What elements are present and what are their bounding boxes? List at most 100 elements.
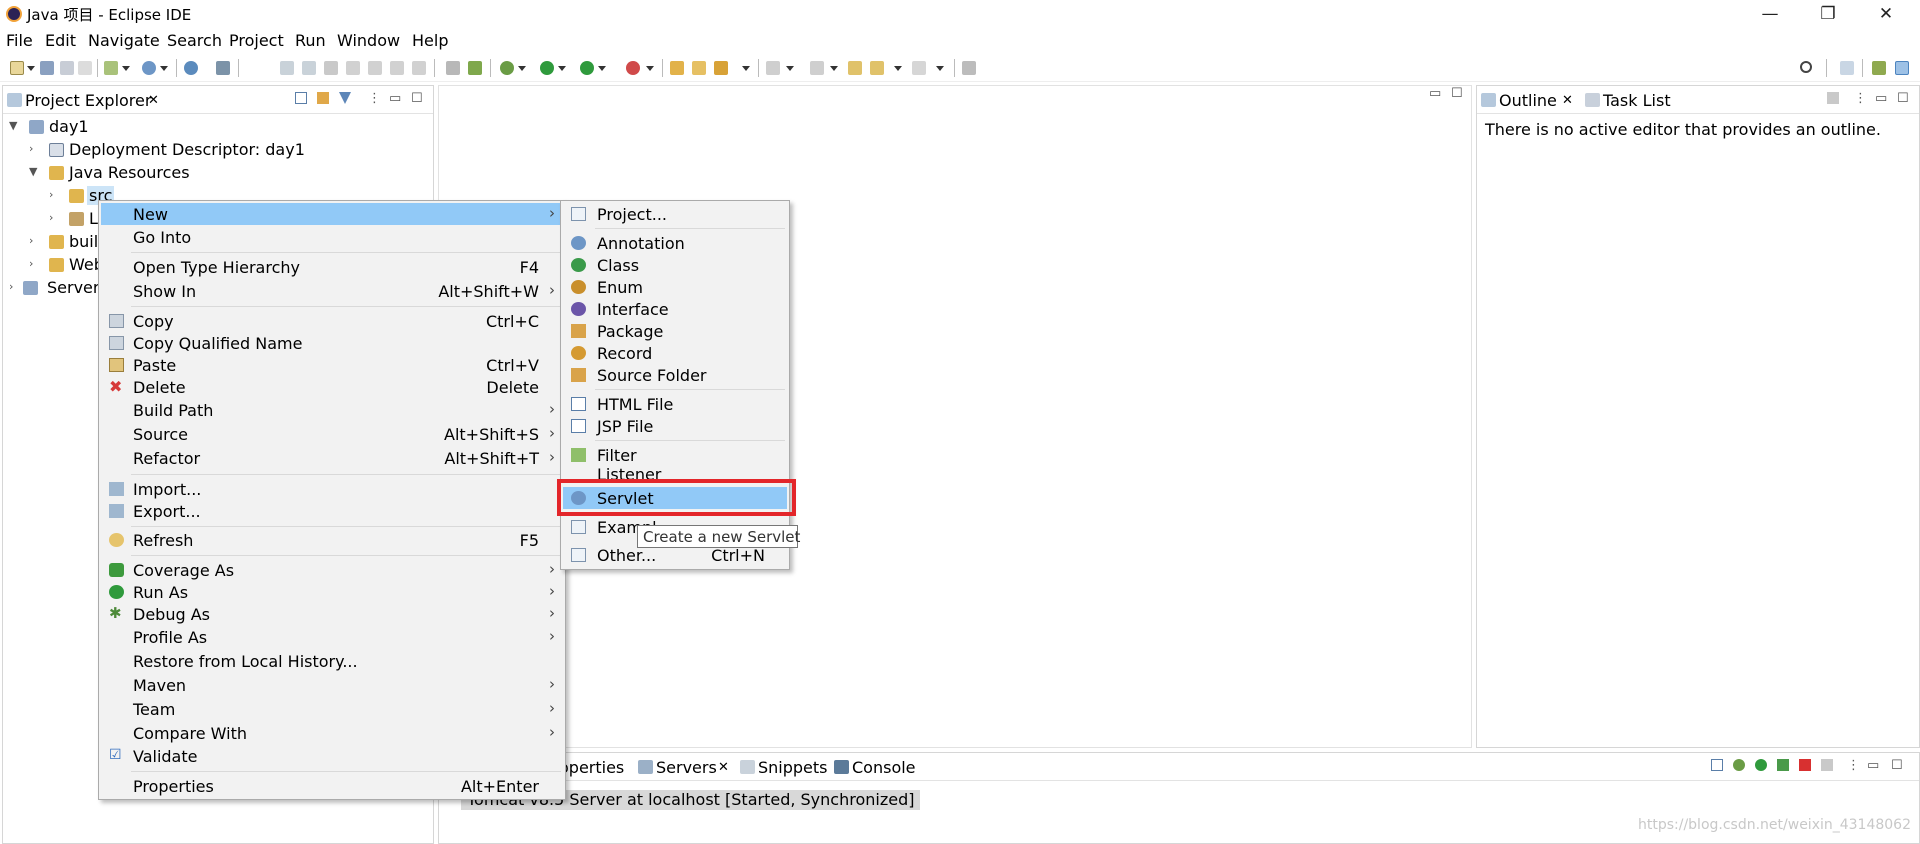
menu-item-maven[interactable]: Maven › [101, 674, 563, 696]
save-all-icon[interactable] [60, 61, 74, 75]
menu-item-new[interactable]: New › [101, 203, 563, 225]
new-icon[interactable] [10, 61, 24, 75]
tab-properties[interactable]: operties [559, 758, 624, 777]
chevron-down-icon[interactable] [27, 66, 35, 71]
menu-item-refresh[interactable]: Refresh F5 [101, 529, 563, 551]
submenu-item-html-file[interactable]: HTML File [563, 393, 787, 415]
submenu-item-package[interactable]: Package [563, 320, 787, 342]
tab-project-explorer[interactable]: Project Explorer [25, 91, 151, 110]
minimize-view-icon[interactable]: ▭ [1429, 86, 1441, 101]
restore-button[interactable]: ❐ [1808, 2, 1848, 26]
menu-item-profile-as[interactable]: Profile As › [101, 626, 563, 648]
java-perspective-icon[interactable] [1895, 61, 1909, 75]
new-java-project-icon[interactable] [104, 61, 118, 75]
stop-server-icon[interactable] [1799, 759, 1811, 771]
submenu-item-jsp-file[interactable]: JSP File [563, 415, 787, 437]
print-icon[interactable] [78, 61, 92, 75]
minimize-view-icon[interactable]: ▭ [1875, 91, 1887, 106]
forward-icon[interactable] [912, 61, 926, 75]
chevron-down-icon[interactable] [894, 66, 902, 71]
submenu-item-record[interactable]: Record [563, 342, 787, 364]
menu-item-paste[interactable]: Paste Ctrl+V [101, 354, 563, 376]
chevron-down-icon[interactable] [160, 66, 168, 71]
close-icon[interactable]: ✕ [1562, 93, 1573, 108]
tab-console[interactable]: Console [852, 758, 916, 777]
profile-server-icon[interactable] [1777, 759, 1789, 771]
next-annotation-icon[interactable] [766, 61, 780, 75]
open-folder-icon[interactable] [670, 61, 684, 75]
collapse-all-icon[interactable] [295, 92, 307, 104]
terminate-icon[interactable] [324, 61, 338, 75]
submenu-item-class[interactable]: Class [563, 254, 787, 276]
run-icon[interactable] [540, 61, 554, 75]
maximize-view-icon[interactable]: ☐ [1897, 91, 1909, 106]
chevron-right-icon[interactable]: › [9, 280, 13, 293]
menu-item-compare-with[interactable]: Compare With › [101, 722, 563, 744]
close-button[interactable]: ✕ [1866, 2, 1906, 26]
menu-window[interactable]: Window [337, 31, 400, 50]
new-folder-icon[interactable] [692, 61, 706, 75]
menu-run[interactable]: Run [295, 31, 326, 50]
menu-item-restore-local-history[interactable]: Restore from Local History... [101, 650, 563, 672]
menu-file[interactable]: File [6, 31, 33, 50]
chevron-right-icon[interactable]: › [29, 142, 33, 155]
view-menu-icon[interactable]: ⋮ [368, 91, 381, 106]
menu-item-copy-qualified-name[interactable]: Copy Qualified Name [101, 332, 563, 354]
submenu-item-listener[interactable]: Listener [563, 463, 787, 479]
chevron-down-icon[interactable] [742, 66, 750, 71]
submenu-item-enum[interactable]: Enum [563, 276, 787, 298]
run-server-icon[interactable] [580, 61, 594, 75]
minimize-button[interactable]: — [1750, 2, 1790, 26]
search-icon[interactable] [1800, 61, 1812, 73]
chevron-down-icon[interactable] [122, 66, 130, 71]
collapse-all-icon[interactable] [1711, 759, 1723, 771]
debug-icon[interactable] [500, 61, 514, 75]
chevron-down-icon[interactable] [598, 66, 606, 71]
java-ee-perspective-icon[interactable] [1872, 61, 1886, 75]
menu-item-go-into[interactable]: Go Into [101, 226, 563, 248]
menu-item-import[interactable]: Import... [101, 478, 563, 500]
menu-project[interactable]: Project [229, 31, 284, 50]
chevron-down-icon[interactable]: ▼ [9, 119, 17, 132]
menu-help[interactable]: Help [412, 31, 448, 50]
menu-search[interactable]: Search [167, 31, 222, 50]
view-menu-icon[interactable]: ⋮ [1847, 758, 1860, 773]
menu-item-build-path[interactable]: Build Path › [101, 399, 563, 421]
pin-editor-icon[interactable] [962, 61, 976, 75]
back-icon[interactable] [870, 61, 884, 75]
tab-outline[interactable]: Outline [1499, 91, 1557, 110]
maximize-view-icon[interactable]: ☐ [1451, 86, 1463, 101]
tab-snippets[interactable]: Snippets [758, 758, 828, 777]
minimize-view-icon[interactable]: ▭ [389, 91, 401, 106]
menu-item-team[interactable]: Team › [101, 698, 563, 720]
chevron-down-icon[interactable]: ▼ [29, 165, 37, 178]
web-browser-icon[interactable] [184, 61, 198, 75]
chevron-down-icon[interactable] [646, 66, 654, 71]
pen-icon[interactable] [714, 61, 728, 75]
publish-icon[interactable] [1821, 759, 1833, 771]
coverage-icon[interactable] [626, 61, 640, 75]
close-icon[interactable]: ✕ [718, 760, 729, 775]
view-menu-icon[interactable]: ⋮ [1854, 91, 1867, 106]
chevron-down-icon[interactable] [786, 66, 794, 71]
chevron-right-icon[interactable]: › [29, 234, 33, 247]
resume-icon[interactable] [280, 61, 294, 75]
submenu-item-interface[interactable]: Interface [563, 298, 787, 320]
menu-item-export[interactable]: Export... [101, 500, 563, 522]
menu-item-validate[interactable]: ☑ Validate [101, 745, 563, 767]
link-with-editor-icon[interactable] [317, 92, 329, 104]
menu-item-properties[interactable]: Properties Alt+Enter [101, 775, 563, 797]
menu-item-refactor[interactable]: Refactor Alt+Shift+T › [101, 447, 563, 469]
focus-icon[interactable] [1827, 92, 1839, 104]
filter-icon[interactable] [339, 92, 351, 104]
chevron-right-icon[interactable]: › [49, 211, 53, 224]
menu-item-source[interactable]: Source Alt+Shift+S › [101, 423, 563, 445]
step-over-icon[interactable] [390, 61, 404, 75]
chevron-down-icon[interactable] [830, 66, 838, 71]
chevron-down-icon[interactable] [558, 66, 566, 71]
new-class-icon[interactable] [142, 61, 156, 75]
suspend-icon[interactable] [302, 61, 316, 75]
step-return-icon[interactable] [412, 61, 426, 75]
step-into-icon[interactable] [368, 61, 382, 75]
chevron-down-icon[interactable] [936, 66, 944, 71]
